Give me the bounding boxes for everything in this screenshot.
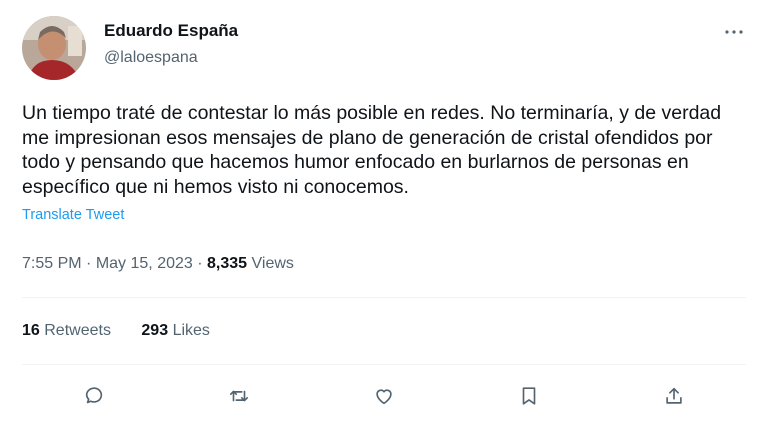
likes-count: 293 (141, 322, 169, 339)
tweet-date[interactable]: May 15, 2023 (96, 255, 193, 272)
translate-tweet-link[interactable]: Translate Tweet (22, 207, 124, 223)
like-icon (376, 389, 392, 405)
tweet-text: Un tiempo traté de contestar lo más posi… (22, 102, 722, 198)
tweet-card: Eduardo España @laloespana Un tiempo tra… (0, 0, 768, 429)
likes-stat[interactable]: 293 Likes (141, 322, 210, 339)
bookmark-icon (522, 387, 536, 405)
author-name[interactable]: Eduardo España (104, 20, 238, 42)
retweets-label: Retweets (44, 322, 111, 339)
divider (22, 297, 746, 298)
retweets-count: 16 (22, 322, 40, 339)
retweet-icon (230, 390, 249, 402)
retweet-button[interactable] (223, 380, 255, 412)
reply-icon (86, 387, 103, 404)
tweet-stats: 16 Retweets 293 Likes (22, 320, 236, 342)
avatar-image (22, 16, 86, 80)
tweet-actions (22, 380, 746, 412)
views-label: Views (251, 255, 294, 272)
meta-separator: · (86, 255, 92, 272)
views-count: 8,335 (207, 255, 248, 272)
author-info: Eduardo España @laloespana (104, 20, 238, 69)
author-handle[interactable]: @laloespana (104, 47, 238, 69)
share-icon (665, 387, 682, 404)
divider (22, 364, 746, 365)
tweet-meta: 7:55 PM · May 15, 2023 · 8,335 Views (22, 253, 294, 275)
like-button[interactable] (368, 380, 400, 412)
retweets-stat[interactable]: 16 Retweets (22, 322, 115, 339)
tweet-time[interactable]: 7:55 PM (22, 255, 82, 272)
avatar[interactable] (22, 16, 86, 80)
bookmark-button[interactable] (513, 380, 545, 412)
meta-separator: · (197, 255, 203, 272)
reply-button[interactable] (78, 380, 110, 412)
share-button[interactable] (658, 380, 690, 412)
more-options-icon[interactable] (722, 20, 746, 44)
likes-label: Likes (172, 322, 210, 339)
